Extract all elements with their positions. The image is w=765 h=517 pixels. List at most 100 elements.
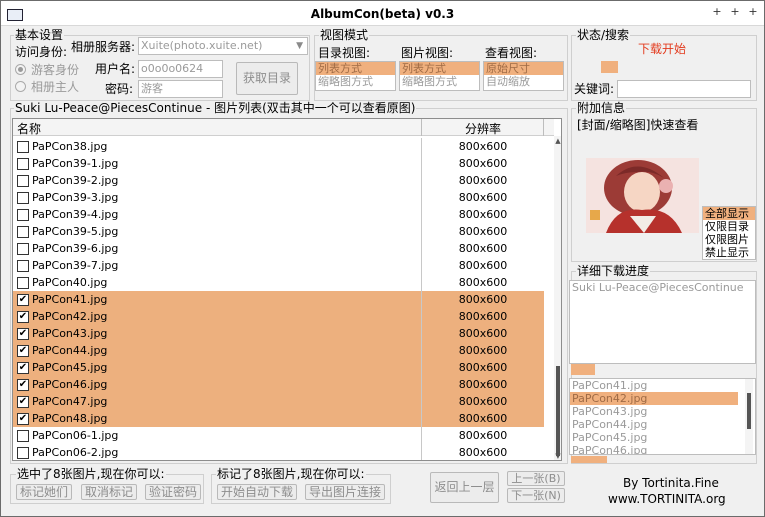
unmark-button[interactable]: 取消标记 [81, 484, 137, 500]
table-row[interactable]: PaPCon39-4.jpg 800x600 [13, 206, 544, 223]
table-header: 名称 分辨率 [13, 119, 554, 136]
row-checkbox[interactable]: ✔ [17, 294, 29, 306]
table-row[interactable]: ✔ PaPCon44.jpg 800x600 [13, 342, 544, 359]
display-filter-list[interactable]: 全部显示 仅限目录 仅限图片 禁止显示 [702, 206, 756, 260]
file-list-scrollbar[interactable]: ▲ ▼ [554, 136, 561, 460]
list-item[interactable]: 列表方式 [316, 62, 395, 75]
export-links-button[interactable]: 导出图片连接 [305, 484, 385, 500]
row-checkbox[interactable] [17, 243, 29, 255]
row-checkbox[interactable]: ✔ [17, 379, 29, 391]
table-row[interactable]: PaPCon39-5.jpg 800x600 [13, 223, 544, 240]
row-checkbox[interactable]: ✔ [17, 311, 29, 323]
list-item[interactable]: 自动缩放 [484, 75, 563, 88]
password-field[interactable]: 游客 [138, 80, 223, 98]
row-checkbox[interactable] [17, 447, 29, 459]
mark-button[interactable]: 标记她们 [16, 484, 72, 500]
fetch-directory-button[interactable]: 获取目录 [236, 62, 298, 95]
close-icon[interactable]: + [745, 5, 761, 18]
table-row[interactable]: PaPCon39-7.jpg 800x600 [13, 257, 544, 274]
browse-view-list[interactable]: 原始尺寸 自动缩放 [483, 61, 564, 91]
dir-view-list[interactable]: 列表方式 缩略图方式 [315, 61, 396, 91]
row-checkbox[interactable] [17, 226, 29, 238]
row-checkbox[interactable]: ✔ [17, 345, 29, 357]
list-item[interactable]: 列表方式 [400, 62, 479, 75]
table-row[interactable]: PaPCon39-1.jpg 800x600 [13, 155, 544, 172]
file-list-title: Suki Lu-Peace@PiecesContinue - 图片列表(双击其中… [14, 101, 417, 115]
list-item[interactable]: 仅限目录 [703, 220, 755, 233]
back-button[interactable]: 返回上一层 [430, 472, 499, 503]
title-bar: AlbumCon(beta) v0.3 + + + [1, 1, 764, 26]
credit-site[interactable]: www.TORTINITA.org [608, 492, 726, 506]
scroll-thumb[interactable] [556, 366, 560, 456]
prev-button[interactable]: 上一张(B) [507, 471, 565, 486]
list-item[interactable]: 缩略图方式 [316, 75, 395, 88]
file-name: PaPCon43.jpg [32, 327, 108, 340]
table-row[interactable]: PaPCon39-3.jpg 800x600 [13, 189, 544, 206]
status-progress-fill [601, 61, 618, 73]
list-item[interactable]: 仅限图片 [703, 233, 755, 246]
row-checkbox[interactable] [17, 192, 29, 204]
list-item[interactable]: PaPCon46.jpg [570, 444, 755, 454]
table-row[interactable]: PaPCon06-2.jpg 800x600 [13, 444, 544, 460]
server-select[interactable]: Xuite(photo.xuite.net) ▼ [138, 37, 308, 55]
row-checkbox[interactable] [17, 141, 29, 153]
queue-scroll-thumb[interactable] [747, 393, 751, 429]
row-checkbox[interactable]: ✔ [17, 362, 29, 374]
file-name: PaPCon39-2.jpg [32, 174, 119, 187]
table-row[interactable]: ✔ PaPCon43.jpg 800x600 [13, 325, 544, 342]
table-row[interactable]: PaPCon38.jpg 800x600 [13, 138, 544, 155]
scroll-down-icon[interactable]: ▼ [554, 452, 561, 460]
cover-thumbnail[interactable] [586, 158, 699, 233]
list-item[interactable]: PaPCon41.jpg [570, 379, 755, 392]
keyword-input[interactable] [617, 80, 751, 98]
scroll-up-icon[interactable]: ▲ [554, 137, 561, 145]
list-item[interactable]: PaPCon45.jpg [570, 431, 755, 444]
visitor-radio[interactable] [15, 64, 26, 75]
table-row[interactable]: PaPCon39-6.jpg 800x600 [13, 240, 544, 257]
list-item[interactable]: 原始尺寸 [484, 62, 563, 75]
table-row[interactable]: ✔ PaPCon45.jpg 800x600 [13, 359, 544, 376]
row-checkbox[interactable]: ✔ [17, 396, 29, 408]
pic-view-list[interactable]: 列表方式 缩略图方式 [399, 61, 480, 91]
row-checkbox[interactable] [17, 209, 29, 221]
maximize-icon[interactable]: + [727, 5, 743, 18]
row-checkbox[interactable]: ✔ [17, 328, 29, 340]
col-name-header[interactable]: 名称 [17, 120, 41, 137]
thumbnail-image [586, 158, 699, 233]
list-item[interactable]: PaPCon44.jpg [570, 418, 755, 431]
table-row[interactable]: ✔ PaPCon46.jpg 800x600 [13, 376, 544, 393]
list-item[interactable]: PaPCon43.jpg [570, 405, 755, 418]
table-row[interactable]: ✔ PaPCon41.jpg 800x600 [13, 291, 544, 308]
list-item[interactable]: 缩略图方式 [400, 75, 479, 88]
col-resolution-header[interactable]: 分辨率 [422, 120, 544, 137]
row-checkbox[interactable] [17, 260, 29, 272]
selected-actions-title: 选中了8张图片,现在你可以: [16, 467, 166, 481]
file-name: PaPCon39-1.jpg [32, 157, 119, 170]
username-field[interactable]: o0o0o0624 [138, 60, 223, 78]
table-row[interactable]: PaPCon06-1.jpg 800x600 [13, 427, 544, 444]
table-row[interactable]: PaPCon39-2.jpg 800x600 [13, 172, 544, 189]
server-value: Xuite(photo.xuite.net) [141, 39, 263, 52]
list-item[interactable]: 禁止显示 [703, 246, 755, 259]
owner-radio[interactable] [15, 81, 26, 92]
verify-password-button[interactable]: 验证密码 [145, 484, 201, 500]
table-row[interactable]: ✔ PaPCon47.jpg 800x600 [13, 393, 544, 410]
row-checkbox[interactable]: ✔ [17, 413, 29, 425]
row-checkbox[interactable] [17, 430, 29, 442]
cover-preview-title: [封面/缩略图]快速查看 [577, 118, 699, 132]
table-row[interactable]: PaPCon40.jpg 800x600 [13, 274, 544, 291]
next-button[interactable]: 下一张(N) [507, 488, 565, 503]
row-checkbox[interactable] [17, 175, 29, 187]
table-row[interactable]: ✔ PaPCon42.jpg 800x600 [13, 308, 544, 325]
start-download-button[interactable]: 开始自动下载 [217, 484, 297, 500]
list-item[interactable]: 全部显示 [703, 207, 755, 220]
row-checkbox[interactable] [17, 277, 29, 289]
list-item[interactable]: PaPCon42.jpg [570, 392, 738, 405]
minimize-icon[interactable]: + [709, 5, 725, 18]
file-resolution: 800x600 [458, 412, 508, 425]
queue-scrollbar[interactable] [745, 379, 753, 454]
download-queue[interactable]: PaPCon41.jpg PaPCon42.jpg PaPCon43.jpg P… [569, 378, 756, 455]
table-row[interactable]: ✔ PaPCon48.jpg 800x600 [13, 410, 544, 427]
download-log[interactable]: Suki Lu-Peace@PiecesContinue [569, 280, 756, 364]
row-checkbox[interactable] [17, 158, 29, 170]
